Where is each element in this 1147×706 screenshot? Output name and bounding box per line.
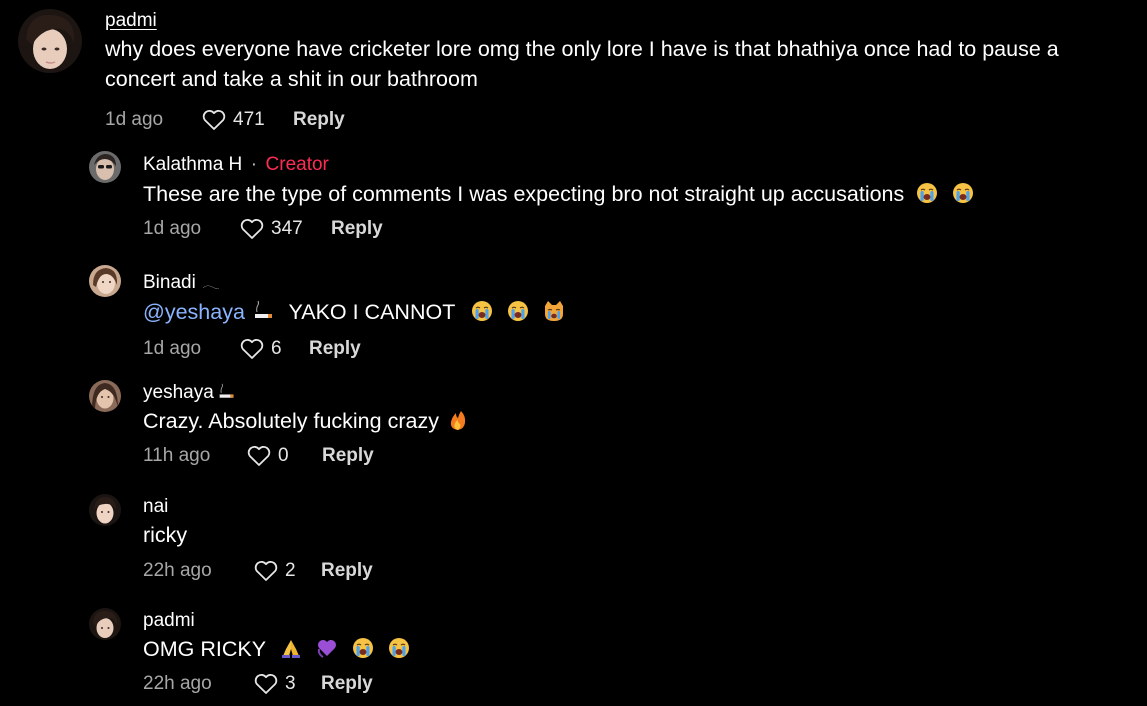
username[interactable]: Binadi bbox=[143, 272, 196, 294]
like-count: 0 bbox=[278, 445, 289, 466]
reply-button[interactable]: Reply bbox=[321, 673, 373, 695]
avatar[interactable] bbox=[89, 380, 121, 412]
folded-hands-icon bbox=[281, 640, 300, 658]
like-button[interactable]: 471 bbox=[201, 108, 269, 132]
comment-text-content: Crazy. Absolutely fucking crazy bbox=[143, 409, 439, 433]
timestamp: 22h ago bbox=[143, 560, 212, 581]
avatar[interactable] bbox=[89, 265, 121, 297]
username[interactable]: nai bbox=[143, 496, 168, 518]
username-emoji: 𓂃 bbox=[202, 275, 220, 292]
comment-text: @yeshaya YAKO I CANNOT bbox=[143, 297, 1127, 327]
username[interactable]: Kalathma H bbox=[143, 154, 242, 176]
reply-button[interactable]: Reply bbox=[293, 109, 345, 131]
user-avatar-icon bbox=[89, 151, 121, 183]
timestamp: 1d ago bbox=[105, 109, 164, 130]
avatar[interactable] bbox=[89, 494, 121, 526]
timestamp: 11h ago bbox=[143, 445, 211, 466]
loudly-crying-face-icon bbox=[917, 183, 938, 203]
loudly-crying-face-icon bbox=[352, 638, 373, 658]
username[interactable]: padmi bbox=[143, 610, 195, 632]
like-button[interactable]: 347 bbox=[239, 217, 307, 241]
user-avatar-icon bbox=[89, 265, 121, 297]
like-count: 2 bbox=[285, 560, 296, 581]
heart-icon bbox=[254, 560, 278, 581]
like-button[interactable]: 3 bbox=[253, 672, 321, 696]
heart-icon bbox=[202, 109, 226, 130]
loudly-crying-face-icon bbox=[953, 183, 974, 203]
purple-heart-hands-icon bbox=[317, 640, 336, 658]
like-count: 347 bbox=[271, 218, 303, 239]
fire-icon bbox=[450, 411, 466, 430]
comment-text: OMG RICKY bbox=[143, 634, 1127, 664]
username[interactable]: yeshaya bbox=[143, 382, 214, 404]
user-avatar-icon bbox=[18, 9, 82, 73]
crying-cat-face-icon bbox=[544, 301, 563, 321]
username[interactable]: padmi bbox=[105, 10, 157, 32]
timestamp: 1d ago bbox=[143, 218, 202, 239]
loudly-crying-face-icon bbox=[471, 301, 492, 321]
reply-button[interactable]: Reply bbox=[322, 445, 374, 467]
creator-badge: Creator bbox=[265, 154, 329, 175]
like-button[interactable]: 6 bbox=[239, 337, 307, 361]
avatar[interactable] bbox=[89, 608, 121, 640]
cigarette-icon bbox=[219, 383, 234, 398]
loudly-crying-face-icon bbox=[388, 638, 409, 658]
like-count: 3 bbox=[285, 673, 296, 694]
comment-text-content: YAKO I CANNOT bbox=[288, 300, 455, 324]
mention-link[interactable]: @yeshaya bbox=[143, 300, 245, 324]
comment-text: ricky bbox=[143, 523, 188, 547]
comment-text: why does everyone have cricketer lore om… bbox=[105, 37, 1059, 91]
separator: · bbox=[250, 154, 258, 175]
timestamp: 1d ago bbox=[143, 338, 202, 359]
comment-text-content: These are the type of comments I was exp… bbox=[143, 182, 905, 206]
comment-text: Crazy. Absolutely fucking crazy bbox=[143, 406, 1127, 436]
comments-panel: padmi why does everyone have cricketer l… bbox=[0, 0, 1147, 706]
like-button[interactable]: 0 bbox=[246, 444, 314, 468]
timestamp: 22h ago bbox=[143, 673, 212, 694]
comment-text-content: OMG RICKY bbox=[143, 637, 266, 661]
heart-icon bbox=[240, 218, 264, 239]
reply-button[interactable]: Reply bbox=[321, 560, 373, 582]
like-button[interactable]: 2 bbox=[253, 559, 321, 583]
heart-icon bbox=[247, 445, 271, 466]
avatar[interactable] bbox=[89, 151, 121, 183]
reply-button[interactable]: Reply bbox=[331, 218, 383, 240]
reply-button[interactable]: Reply bbox=[309, 338, 361, 360]
loudly-crying-face-icon bbox=[507, 301, 528, 321]
heart-icon bbox=[254, 673, 278, 694]
avatar[interactable] bbox=[18, 9, 82, 73]
cigarette-icon bbox=[254, 300, 272, 318]
like-count: 6 bbox=[271, 338, 282, 359]
user-avatar-icon bbox=[89, 494, 121, 526]
comment-text: These are the type of comments I was exp… bbox=[143, 179, 1127, 209]
user-avatar-icon bbox=[89, 608, 121, 640]
user-avatar-icon bbox=[89, 380, 121, 412]
like-count: 471 bbox=[233, 109, 265, 130]
heart-icon bbox=[240, 338, 264, 359]
